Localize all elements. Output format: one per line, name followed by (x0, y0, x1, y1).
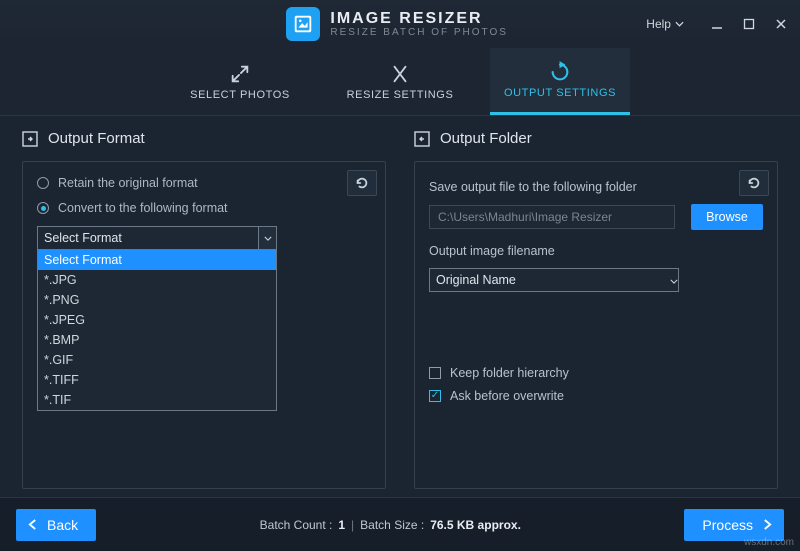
tab-output-settings[interactable]: OUTPUT SETTINGS (490, 48, 630, 115)
batch-size-value: 76.5 KB approx. (430, 518, 521, 532)
maximize-button[interactable] (740, 15, 758, 33)
batch-count-label: Batch Count : (260, 518, 333, 532)
radio-icon (37, 177, 49, 189)
format-select[interactable]: Select Format (37, 226, 277, 250)
format-option[interactable]: *.JPEG (38, 310, 276, 330)
help-menu[interactable]: Help (646, 17, 684, 31)
help-label: Help (646, 17, 671, 31)
select-value: Original Name (436, 273, 516, 287)
select-value: Select Format (44, 231, 122, 245)
expand-icon (229, 63, 251, 85)
close-button[interactable] (772, 15, 790, 33)
folder-export-icon (414, 131, 430, 147)
checkbox-icon (429, 390, 441, 402)
chevron-down-icon (670, 273, 678, 287)
ask-overwrite-checkbox[interactable]: Ask before overwrite (429, 389, 763, 403)
radio-icon (37, 202, 49, 214)
footer-bar: Back Batch Count : 1 | Batch Size : 76.5… (0, 497, 800, 551)
format-option[interactable]: *.JPG (38, 270, 276, 290)
output-folder-card: Save output file to the following folder… (414, 161, 778, 489)
panel-heading: Output Folder (414, 130, 778, 147)
process-button[interactable]: Process (684, 509, 784, 541)
path-input-value: C:\Users\Madhuri\Image Resizer (438, 210, 612, 224)
back-button[interactable]: Back (16, 509, 96, 541)
separator: | (351, 518, 354, 532)
panel-heading: Output Format (22, 130, 386, 147)
chevron-right-icon (763, 519, 772, 530)
resize-icon (389, 63, 411, 85)
batch-count-value: 1 (338, 518, 345, 532)
reset-folder-button[interactable] (739, 170, 769, 196)
batch-info: Batch Count : 1 | Batch Size : 76.5 KB a… (260, 518, 521, 532)
tab-resize-settings[interactable]: RESIZE SETTINGS (330, 48, 470, 115)
format-dropdown-list: Select Format *.JPG *.PNG *.JPEG *.BMP *… (37, 250, 277, 411)
tab-label: SELECT PHOTOS (190, 89, 290, 101)
batch-size-label: Batch Size : (360, 518, 424, 532)
titlebar: IMAGE RESIZER RESIZE BATCH OF PHOTOS Hel… (0, 0, 800, 48)
tab-label: RESIZE SETTINGS (347, 89, 454, 101)
save-folder-label: Save output file to the following folder (429, 180, 763, 194)
chevron-left-icon (28, 519, 37, 530)
main-content: Output Format Retain the original format… (0, 116, 800, 497)
tab-label: OUTPUT SETTINGS (504, 87, 616, 99)
filename-label: Output image filename (429, 244, 763, 258)
format-option[interactable]: *.TIF (38, 390, 276, 410)
output-format-card: Retain the original format Convert to th… (22, 161, 386, 489)
app-title: IMAGE RESIZER (330, 10, 508, 28)
radio-label: Convert to the following format (58, 201, 228, 215)
back-label: Back (47, 517, 78, 533)
output-format-panel: Output Format Retain the original format… (0, 116, 402, 497)
chevron-down-icon (258, 227, 276, 249)
chevron-down-icon (675, 21, 684, 27)
refresh-icon (549, 61, 571, 83)
export-icon (22, 131, 38, 147)
checkbox-label: Ask before overwrite (450, 389, 564, 403)
minimize-button[interactable] (708, 15, 726, 33)
app-logo-icon (286, 7, 320, 41)
tab-select-photos[interactable]: SELECT PHOTOS (170, 48, 310, 115)
radio-convert-format[interactable]: Convert to the following format (37, 201, 371, 215)
radio-label: Retain the original format (58, 176, 198, 190)
output-path-input[interactable]: C:\Users\Madhuri\Image Resizer (429, 205, 675, 229)
tab-bar: SELECT PHOTOS RESIZE SETTINGS OUTPUT SET… (0, 48, 800, 116)
radio-retain-format[interactable]: Retain the original format (37, 176, 371, 190)
reset-format-button[interactable] (347, 170, 377, 196)
format-option[interactable]: *.PNG (38, 290, 276, 310)
checkbox-label: Keep folder hierarchy (450, 366, 569, 380)
format-option[interactable]: *.GIF (38, 350, 276, 370)
format-option[interactable]: Select Format (38, 250, 276, 270)
app-brand: IMAGE RESIZER RESIZE BATCH OF PHOTOS (286, 7, 508, 41)
output-folder-panel: Output Folder Save output file to the fo… (402, 116, 800, 497)
process-label: Process (702, 517, 753, 533)
format-option[interactable]: *.BMP (38, 330, 276, 350)
keep-hierarchy-checkbox[interactable]: Keep folder hierarchy (429, 366, 763, 380)
format-option[interactable]: *.TIFF (38, 370, 276, 390)
browse-button[interactable]: Browse (691, 204, 763, 230)
app-subtitle: RESIZE BATCH OF PHOTOS (330, 27, 508, 38)
watermark: wsxdn.com (744, 537, 794, 548)
filename-select[interactable]: Original Name (429, 268, 679, 292)
checkbox-icon (429, 367, 441, 379)
